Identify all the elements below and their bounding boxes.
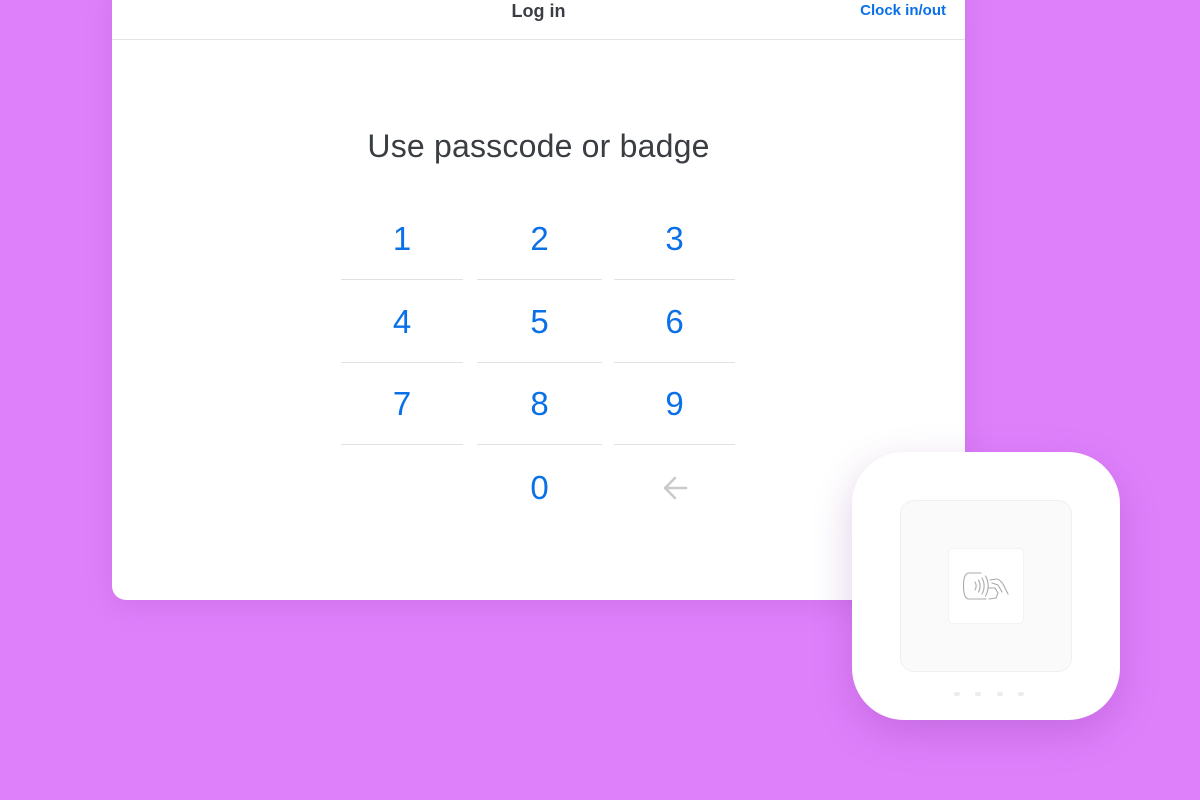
passcode-prompt: Use passcode or badge bbox=[367, 128, 710, 164]
top-bar: Log in Clock in/out bbox=[112, 0, 965, 40]
key-8[interactable]: 8 bbox=[477, 364, 602, 445]
key-1[interactable]: 1 bbox=[341, 199, 463, 280]
card-reader-device bbox=[852, 452, 1120, 720]
arrow-left-icon bbox=[663, 476, 687, 500]
status-light bbox=[996, 692, 1003, 696]
key-5[interactable]: 5 bbox=[477, 282, 602, 363]
key-9[interactable]: 9 bbox=[614, 364, 735, 445]
login-panel: Log in Clock in/out Use passcode or badg… bbox=[112, 0, 965, 600]
key-6[interactable]: 6 bbox=[614, 282, 735, 363]
status-light bbox=[1017, 692, 1024, 696]
key-4[interactable]: 4 bbox=[341, 282, 463, 363]
backspace-button[interactable] bbox=[614, 448, 735, 528]
key-0[interactable]: 0 bbox=[477, 448, 602, 528]
key-3[interactable]: 3 bbox=[614, 199, 735, 280]
clock-in-out-link[interactable]: Clock in/out bbox=[860, 0, 946, 22]
reader-tap-area bbox=[949, 549, 1023, 623]
status-light bbox=[975, 692, 982, 696]
contactless-tap-icon bbox=[962, 572, 1009, 600]
reader-face bbox=[900, 500, 1072, 672]
page-title: Log in bbox=[511, 1, 566, 21]
key-7[interactable]: 7 bbox=[341, 364, 463, 445]
key-2[interactable]: 2 bbox=[477, 199, 602, 280]
reader-status-lights bbox=[954, 692, 1024, 698]
status-light bbox=[954, 692, 960, 696]
